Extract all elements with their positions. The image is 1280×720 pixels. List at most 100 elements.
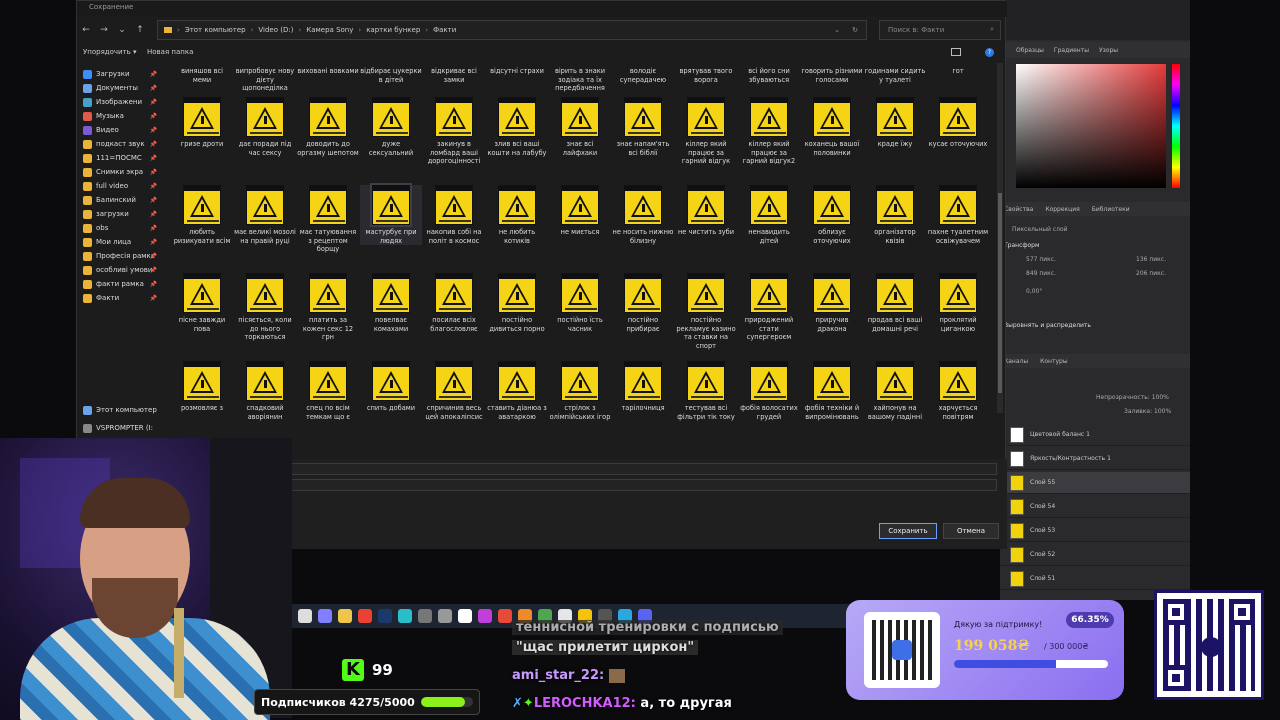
chevron-down-icon[interactable]: ⌄: [113, 21, 131, 39]
taskbar-app-icon[interactable]: [398, 609, 412, 623]
file-item[interactable]: дає поради під час сексу: [234, 97, 296, 157]
file-item[interactable]: кіллер який працює за гарний відгук: [675, 97, 737, 166]
file-item[interactable]: має великі мозолі на правій руці: [234, 185, 296, 245]
file-item[interactable]: повелває комахами: [360, 273, 422, 333]
nav-item[interactable]: 111=ПОСМС 📌: [83, 151, 161, 165]
opacity-value[interactable]: 100%: [1152, 394, 1169, 401]
pin-icon[interactable]: 📌: [150, 225, 157, 232]
view-icon[interactable]: [951, 48, 961, 56]
file-label[interactable]: відкриває всі замки: [423, 67, 485, 84]
file-item[interactable]: спец по всім темкам що є: [297, 361, 359, 421]
file-item[interactable]: хайпонув на вашому падінні: [864, 361, 926, 421]
file-item[interactable]: коханець вашої половинки: [801, 97, 863, 157]
file-item[interactable]: любить ризикувати всім: [171, 185, 233, 245]
pin-icon[interactable]: 📌: [150, 169, 157, 176]
pin-icon[interactable]: 📌: [150, 239, 157, 246]
chrome-icon[interactable]: [358, 609, 372, 623]
help-icon[interactable]: ?: [985, 48, 994, 57]
fill-value[interactable]: 100%: [1154, 408, 1171, 415]
taskbar-app-icon[interactable]: [418, 609, 432, 623]
file-item[interactable]: стрілок з олімпійських ігор: [549, 361, 611, 421]
file-label[interactable]: годинами сидить у туалеті: [864, 67, 926, 84]
refresh-icon[interactable]: ↻: [852, 26, 858, 34]
pin-icon[interactable]: 📌: [150, 127, 157, 134]
pin-icon[interactable]: 📌: [150, 85, 157, 92]
nav-item[interactable]: Этот компьютер: [83, 403, 161, 417]
nav-item[interactable]: Мои лица 📌: [83, 235, 161, 249]
file-item[interactable]: ставить діанюа з аватаркою: [486, 361, 548, 421]
file-label[interactable]: відбирає цукерки в дітей: [360, 67, 422, 84]
pin-icon[interactable]: 📌: [150, 211, 157, 218]
nav-item[interactable]: Снимки экра 📌: [83, 165, 161, 179]
organize-button[interactable]: Упорядочить ▾: [83, 48, 137, 56]
file-item[interactable]: тарілочниця: [612, 361, 674, 413]
file-label[interactable]: відсутні страхи: [486, 67, 548, 76]
file-item[interactable]: дуже сексуальний: [360, 97, 422, 157]
file-label[interactable]: говорить різними голосами: [801, 67, 863, 84]
nav-item[interactable]: Документы 📌: [83, 81, 161, 95]
photoshop-icon[interactable]: [378, 609, 392, 623]
nav-item[interactable]: Факти 📌: [83, 291, 161, 305]
file-item[interactable]: кусає оточуючих: [927, 97, 989, 149]
back-icon[interactable]: ←: [77, 21, 95, 39]
angle-value[interactable]: 0,00°: [1026, 288, 1042, 295]
tab-paths[interactable]: Контуры: [1040, 358, 1067, 365]
layer-row[interactable]: Цветовой баланс 1: [1000, 424, 1190, 446]
taskbar-app-icon[interactable]: [478, 609, 492, 623]
nav-item[interactable]: Видео 📌: [83, 123, 161, 137]
file-item[interactable]: спадковий аворіянин: [234, 361, 296, 421]
tab-gradients[interactable]: Градиенты: [1054, 47, 1089, 54]
pin-icon[interactable]: 📌: [150, 197, 157, 204]
layer-row[interactable]: Слой 51: [1000, 568, 1190, 590]
pin-icon[interactable]: 📌: [150, 155, 157, 162]
pin-icon[interactable]: 📌: [150, 141, 157, 148]
breadcrumb-item[interactable]: Факти: [433, 26, 456, 34]
cancel-button[interactable]: Отмена: [943, 523, 999, 539]
file-item[interactable]: організатор квізів: [864, 185, 926, 245]
pin-icon[interactable]: 📌: [150, 113, 157, 120]
file-item[interactable]: постійно їсть часник: [549, 273, 611, 333]
file-item[interactable]: фобія волосатих грудей: [738, 361, 800, 421]
file-item[interactable]: мастурбує при людях: [360, 183, 422, 246]
nav-item[interactable]: загрузки 📌: [83, 207, 161, 221]
file-item[interactable]: природжений стати супергероєм: [738, 273, 800, 342]
file-item[interactable]: приручив дракона: [801, 273, 863, 333]
file-item[interactable]: пахне туалетним освіжувачем: [927, 185, 989, 245]
file-item[interactable]: тестував всі фільтри тік току: [675, 361, 737, 421]
breadcrumb-item[interactable]: Video (D:): [258, 26, 293, 34]
filename-field[interactable]: [287, 463, 997, 475]
file-item[interactable]: накопив собі на політ в космос: [423, 185, 485, 245]
pin-icon[interactable]: 📌: [150, 295, 157, 302]
file-item[interactable]: не миється: [549, 185, 611, 237]
nav-item[interactable]: Професія рамка 📌: [83, 249, 161, 263]
nav-item[interactable]: факти рамка 📌: [83, 277, 161, 291]
file-item[interactable]: ненавидить дітей: [738, 185, 800, 245]
taskbar-app-icon[interactable]: [498, 609, 512, 623]
layer-row[interactable]: Слой 52: [1000, 544, 1190, 566]
taskbar-app-icon[interactable]: [318, 609, 332, 623]
file-item[interactable]: кіллер який працює за гарний відгук2: [738, 97, 800, 166]
tab-properties[interactable]: Свойства: [1004, 206, 1033, 213]
new-folder-button[interactable]: Новая папка: [147, 48, 193, 56]
file-item[interactable]: злив всі ваші кошти на лабубу: [486, 97, 548, 157]
file-item[interactable]: спить добами: [360, 361, 422, 413]
taskbar-app-icon[interactable]: [298, 609, 312, 623]
address-bar[interactable]: › Этот компьютер › Video (D:) › Камера S…: [157, 20, 867, 40]
taskbar-app-icon[interactable]: [458, 609, 472, 623]
breadcrumb-item[interactable]: Этот компьютер: [185, 26, 246, 34]
layer-row[interactable]: Слой 53: [1000, 520, 1190, 542]
width-value[interactable]: 577 пикс.: [1026, 256, 1056, 263]
nav-item[interactable]: подкаст звук 📌: [83, 137, 161, 151]
file-item[interactable]: має татуювання з рецептом борщу: [297, 185, 359, 254]
scrollbar-thumb[interactable]: [998, 193, 1002, 393]
file-item[interactable]: розмовляє з: [171, 361, 233, 413]
file-item[interactable]: краде їжу: [864, 97, 926, 149]
pin-icon[interactable]: 📌: [150, 99, 157, 106]
file-item[interactable]: знає всі лайфхаки: [549, 97, 611, 157]
vertical-scrollbar[interactable]: [997, 63, 1003, 413]
file-item[interactable]: харчується повітрям: [927, 361, 989, 421]
nav-item[interactable]: Музыка 📌: [83, 109, 161, 123]
pin-icon[interactable]: 📌: [150, 253, 157, 260]
save-button[interactable]: Сохранить: [879, 523, 937, 539]
file-item[interactable]: знає напам'ять всі біблії: [612, 97, 674, 157]
